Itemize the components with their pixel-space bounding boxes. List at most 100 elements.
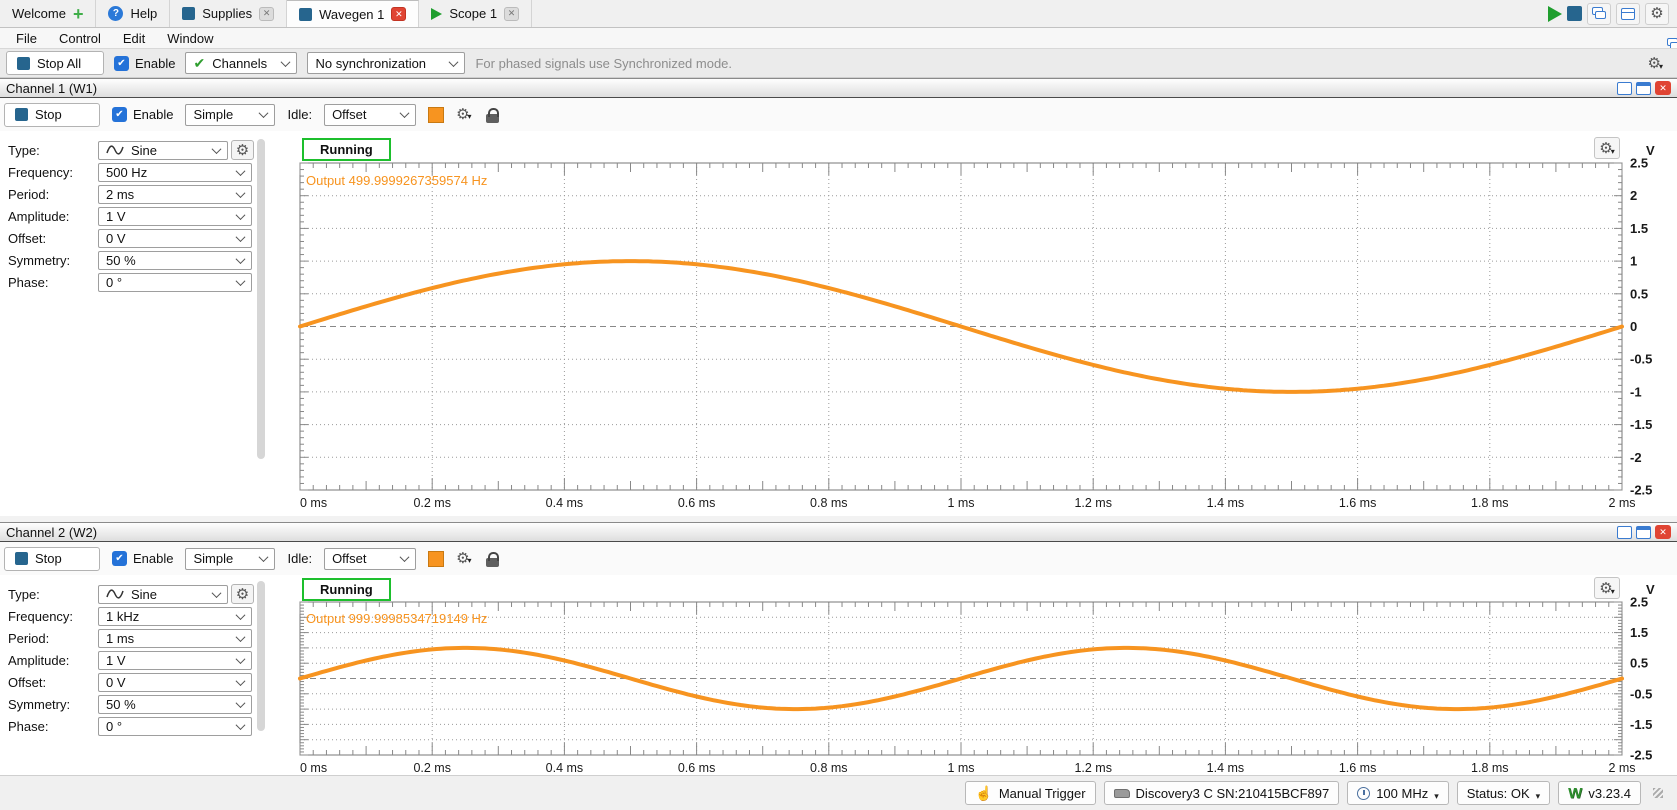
channel1-stop-button[interactable]: Stop	[4, 103, 100, 127]
clock-frequency-button[interactable]: 100 MHz ▾	[1347, 781, 1449, 805]
menu-window[interactable]: Window	[157, 30, 223, 47]
device-button[interactable]: Discovery3 C SN:210415BCF897	[1104, 781, 1340, 805]
y-axis-label: -2	[1630, 450, 1642, 465]
channel2-stop-button[interactable]: Stop	[4, 547, 100, 571]
field-offset-dropdown[interactable]: 0 V	[98, 673, 252, 692]
field-amplitude-dropdown[interactable]: 1 V	[98, 207, 252, 226]
channel2-idle-dropdown[interactable]: Offset	[324, 548, 416, 570]
chevron-down-icon	[212, 588, 222, 598]
field-type-dropdown[interactable]: Sine	[98, 585, 228, 604]
synchronization-dropdown[interactable]: No synchronization	[307, 52, 465, 74]
float-icon[interactable]	[1617, 526, 1632, 539]
field-symmetry-dropdown[interactable]: 50 %	[98, 251, 252, 270]
idle-value: Offset	[332, 107, 394, 122]
channel2-enable[interactable]: ✔ Enable	[112, 551, 173, 566]
field-phase-dropdown[interactable]: 0 °	[98, 717, 252, 736]
field-offset-dropdown[interactable]: 0 V	[98, 229, 252, 248]
channel1-enable[interactable]: ✔ Enable	[112, 107, 173, 122]
float-icon[interactable]	[1617, 82, 1632, 95]
y-axis-label: -2.5	[1630, 483, 1652, 498]
field-period-dropdown[interactable]: 1 ms	[98, 629, 252, 648]
channel2-header[interactable]: Channel 2 (W2) ✕	[0, 522, 1677, 542]
field-label: Period:	[8, 187, 49, 202]
close-icon[interactable]: ✕	[504, 7, 519, 21]
chevron-down-icon	[236, 232, 246, 242]
field-value: Sine	[131, 143, 206, 158]
idle-label: Idle:	[287, 107, 312, 122]
settings-button[interactable]: ⚙	[1645, 3, 1669, 25]
tab-scope-1[interactable]: Scope 1 ✕	[419, 0, 532, 27]
caret-icon: ▾	[1659, 62, 1663, 71]
close-icon[interactable]: ✕	[1655, 525, 1671, 539]
channel1-header[interactable]: Channel 1 (W1) ✕	[0, 78, 1677, 98]
channel2-plot-options-button[interactable]: ⚙▾	[1594, 577, 1620, 599]
chevron-down-icon	[236, 654, 246, 664]
channel1-plot-options-button[interactable]: ⚙▾	[1594, 137, 1620, 159]
y-axis-label: 0.5	[1630, 656, 1648, 671]
tab-wavegen-1[interactable]: Wavegen 1 ✕	[287, 0, 419, 27]
manual-trigger-button[interactable]: ☝ Manual Trigger	[965, 781, 1095, 805]
resize-grip[interactable]	[1653, 788, 1663, 798]
channel1-scrollbar[interactable]	[257, 139, 265, 459]
gear-icon: ⚙	[1650, 6, 1663, 21]
play-icon	[431, 8, 442, 20]
channel2-lock-button[interactable]	[484, 550, 502, 568]
channel1-idle-dropdown[interactable]: Offset	[324, 104, 416, 126]
enable-label: Enable	[135, 56, 175, 71]
close-icon[interactable]: ✕	[1655, 81, 1671, 95]
y-axis-label: -1	[1630, 384, 1642, 399]
channels-dropdown[interactable]: ✔ Channels	[185, 52, 297, 74]
channel2-options-button[interactable]: ⚙▾	[456, 551, 471, 566]
status-button[interactable]: Status: OK ▾	[1457, 781, 1550, 805]
master-enable[interactable]: ✔ Enable	[114, 56, 175, 71]
channel2-mode-dropdown[interactable]: Simple	[185, 548, 275, 570]
menu-file[interactable]: File	[6, 30, 47, 47]
field-period-dropdown[interactable]: 2 ms	[98, 185, 252, 204]
tab-welcome[interactable]: Welcome +	[0, 0, 96, 27]
status-label: Status: OK	[1467, 786, 1530, 801]
field-value: 50 %	[106, 697, 230, 712]
type-options-button[interactable]: ⚙	[231, 140, 254, 160]
channel1-options-button[interactable]: ⚙▾	[456, 107, 471, 122]
tab-help[interactable]: ? Help	[96, 0, 170, 27]
channel1-lock-button[interactable]	[484, 106, 502, 124]
cascade-icon	[1592, 7, 1607, 20]
chevron-down-icon	[236, 276, 246, 286]
x-axis-label: 0 ms	[300, 761, 327, 775]
field-frequency-dropdown[interactable]: 1 kHz	[98, 607, 252, 626]
menu-edit[interactable]: Edit	[113, 30, 155, 47]
field-symmetry-dropdown[interactable]: 50 %	[98, 695, 252, 714]
field-value: 0 V	[106, 231, 230, 246]
x-axis-label: 0.8 ms	[810, 496, 848, 510]
field-label: Phase:	[8, 719, 48, 734]
channel2-scrollbar[interactable]	[257, 581, 265, 731]
x-axis-label: 0.4 ms	[546, 496, 584, 510]
field-frequency-dropdown[interactable]: 500 Hz	[98, 163, 252, 182]
tab-supplies[interactable]: Supplies ✕	[170, 0, 287, 27]
channel1-color-swatch[interactable]	[428, 107, 444, 123]
field-amplitude-dropdown[interactable]: 1 V	[98, 651, 252, 670]
close-icon[interactable]: ✕	[259, 7, 274, 21]
version-button[interactable]: W v3.23.4	[1558, 781, 1641, 805]
field-type-dropdown[interactable]: Sine	[98, 141, 228, 160]
close-icon[interactable]: ✕	[391, 7, 406, 21]
field-phase-dropdown[interactable]: 0 °	[98, 273, 252, 292]
maximize-icon[interactable]	[1636, 526, 1651, 539]
channel1-window-buttons: ✕	[1617, 81, 1671, 95]
maximize-icon[interactable]	[1636, 82, 1651, 95]
field-row: Type:Sine⚙	[0, 139, 256, 161]
chevron-down-icon	[400, 552, 410, 562]
type-options-button[interactable]: ⚙	[231, 584, 254, 604]
run-all-icon[interactable]	[1548, 6, 1562, 22]
stop-all-button[interactable]: Stop All	[6, 51, 104, 75]
channel1-toolbar: Stop ✔ Enable Simple Idle: Offset ⚙▾	[0, 98, 1677, 131]
menu-control[interactable]: Control	[49, 30, 111, 47]
stop-all-icon[interactable]	[1567, 6, 1582, 21]
x-axis-label: 1 ms	[947, 496, 974, 510]
tile-windows-button[interactable]	[1616, 3, 1640, 25]
toolbar-options-button[interactable]: ⚙▾	[1648, 55, 1671, 71]
channel2-color-swatch[interactable]	[428, 551, 444, 567]
help-icon: ?	[108, 6, 123, 21]
channel1-mode-dropdown[interactable]: Simple	[185, 104, 275, 126]
cascade-windows-button[interactable]	[1587, 3, 1611, 25]
